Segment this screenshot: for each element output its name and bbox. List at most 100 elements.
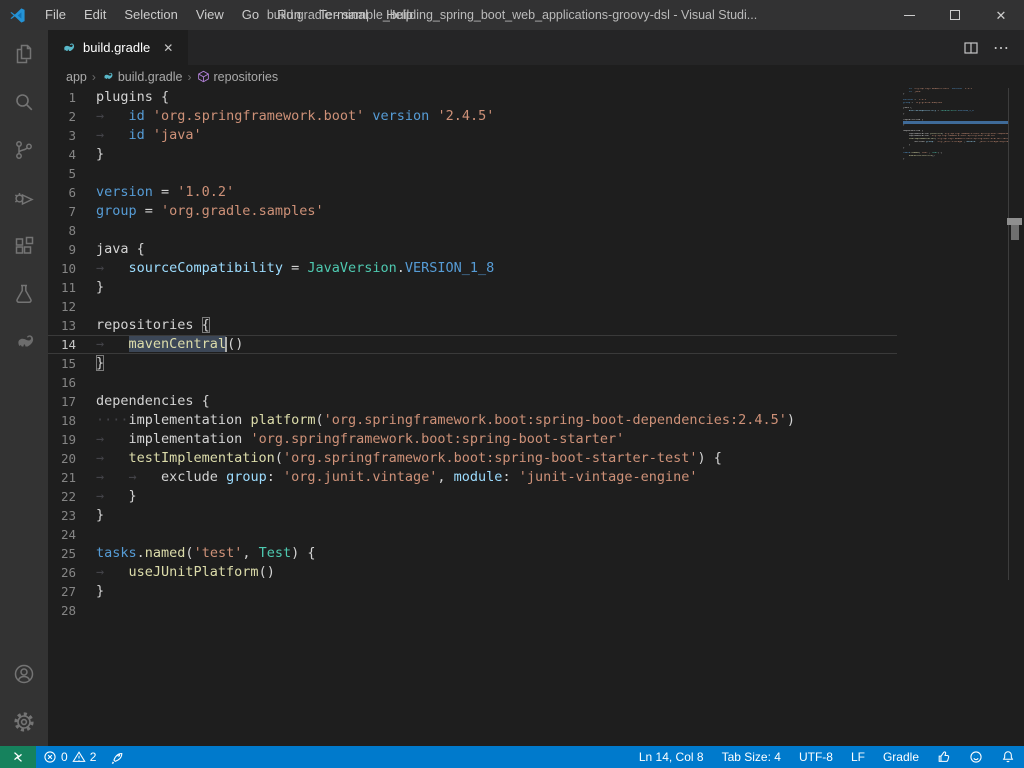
java-ready-indicator[interactable] — [928, 746, 960, 768]
code-line-25[interactable]: 25tasks.named('test', Test) { — [48, 544, 897, 563]
code-line-2[interactable]: 2→ id 'org.springframework.boot' version… — [48, 107, 897, 126]
minimize-button[interactable] — [886, 0, 932, 30]
code-line-4[interactable]: 4} — [48, 145, 897, 164]
maximize-button[interactable] — [932, 0, 978, 30]
tab-build-gradle[interactable]: build.gradle ✕ — [48, 30, 189, 65]
code-line-26[interactable]: 26→ useJUnitPlatform() — [48, 563, 897, 582]
extensions-icon[interactable] — [0, 222, 48, 270]
code-token-str: 'org.springframework.boot:spring-boot-de… — [324, 412, 787, 428]
code-token-fg: dependencies { — [96, 393, 210, 409]
breadcrumb-repositories[interactable]: repositories — [197, 70, 279, 84]
code-token-fg: implementation — [129, 412, 251, 428]
minimap-line: exclude group: 'org.junit.vintage', modu… — [903, 141, 1008, 144]
code-token-fg: ) — [787, 412, 795, 428]
code-line-8[interactable]: 8 — [48, 221, 897, 240]
code-line-23[interactable]: 23} — [48, 506, 897, 525]
code-line-15[interactable]: 15} — [48, 354, 897, 373]
breadcrumb-build-gradle[interactable]: build.gradle — [101, 70, 183, 84]
code-line-21[interactable]: 21→ → exclude group: 'org.junit.vintage'… — [48, 468, 897, 487]
status-bar: 0 2 Ln 14, Col 8 Tab Size: 4 UTF-8 LF Gr… — [0, 746, 1024, 768]
line-number: 23 — [48, 506, 96, 525]
source-control-icon[interactable] — [0, 126, 48, 174]
indentation[interactable]: Tab Size: 4 — [713, 746, 790, 768]
code-token-fg: ( — [275, 450, 283, 466]
overview-ruler-divider — [1008, 88, 1009, 580]
code-line-10[interactable]: 10→ sourceCompatibility = JavaVersion.VE… — [48, 259, 897, 278]
explorer-icon[interactable] — [0, 30, 48, 78]
code-line-16[interactable]: 16 — [48, 373, 897, 392]
notifications[interactable] — [992, 746, 1024, 768]
code-editor[interactable]: 1plugins {2→ id 'org.springframework.boo… — [48, 88, 1024, 746]
code-line-28[interactable]: 28 — [48, 601, 897, 620]
problems-indicator[interactable]: 0 2 — [36, 746, 103, 768]
code-content: dependencies { — [96, 392, 210, 411]
breadcrumb-app[interactable]: app — [66, 70, 87, 84]
close-button[interactable]: ✕ — [978, 0, 1024, 30]
settings-gear-icon[interactable] — [0, 698, 48, 746]
window-title: build.gradle - sample_building_spring_bo… — [267, 8, 757, 22]
tab-close-icon[interactable]: ✕ — [158, 38, 178, 58]
cursor-position[interactable]: Ln 14, Col 8 — [630, 746, 713, 768]
encoding[interactable]: UTF-8 — [790, 746, 842, 768]
code-line-9[interactable]: 9java { — [48, 240, 897, 259]
java-status[interactable] — [103, 746, 131, 768]
menu-edit[interactable]: Edit — [75, 0, 115, 30]
code-line-18[interactable]: 18····implementation platform('org.sprin… — [48, 411, 897, 430]
code-line-27[interactable]: 27} — [48, 582, 897, 601]
minimap[interactable]: plugins { id 'org.springframework.boot' … — [903, 88, 1008, 746]
split-editor-icon[interactable] — [958, 35, 984, 61]
code-line-7[interactable]: 7group = 'org.gradle.samples' — [48, 202, 897, 221]
code-line-5[interactable]: 5 — [48, 164, 897, 183]
code-line-24[interactable]: 24 — [48, 525, 897, 544]
remote-indicator[interactable] — [0, 746, 36, 768]
code-line-19[interactable]: 19→ implementation 'org.springframework.… — [48, 430, 897, 449]
code-line-6[interactable]: 6version = '1.0.2' — [48, 183, 897, 202]
line-number: 16 — [48, 373, 96, 392]
errors-count: 0 — [61, 750, 68, 764]
code-token-fg: , — [437, 469, 453, 485]
search-icon[interactable] — [0, 78, 48, 126]
menu-file[interactable]: File — [36, 0, 75, 30]
testing-icon[interactable] — [0, 270, 48, 318]
code-line-11[interactable]: 11} — [48, 278, 897, 297]
code-line-3[interactable]: 3→ id 'java' — [48, 126, 897, 145]
line-number: 24 — [48, 525, 96, 544]
gradle-icon[interactable] — [0, 318, 48, 366]
code-token-fg: ( — [185, 545, 193, 561]
line-number: 18 — [48, 411, 96, 430]
line-number: 21 — [48, 468, 96, 487]
code-line-22[interactable]: 22→ } — [48, 487, 897, 506]
line-number: 13 — [48, 316, 96, 335]
gradle-file-icon — [101, 70, 114, 83]
menu-view[interactable]: View — [187, 0, 233, 30]
account-icon[interactable] — [0, 650, 48, 698]
menu-go[interactable]: Go — [233, 0, 268, 30]
code-token-str: 'org.springframework.boot:spring-boot-st… — [283, 450, 698, 466]
code-line-20[interactable]: 20→ testImplementation('org.springframew… — [48, 449, 897, 468]
line-number: 5 — [48, 164, 96, 183]
activity-bar — [0, 30, 48, 746]
code-token-fg: implementation — [129, 431, 251, 447]
code-token-fg: exclude — [161, 469, 226, 485]
code-line-1[interactable]: 1plugins { — [48, 88, 897, 107]
code-token-hlfn: mavenCentral — [129, 336, 227, 352]
code-line-12[interactable]: 12 — [48, 297, 897, 316]
code-content: → implementation 'org.springframework.bo… — [96, 430, 624, 449]
code-token-fg: . — [137, 545, 145, 561]
menu-selection[interactable]: Selection — [115, 0, 186, 30]
code-token-kw: group — [96, 203, 137, 219]
more-actions-icon[interactable]: ⋯ — [988, 35, 1014, 61]
run-debug-icon[interactable] — [0, 174, 48, 222]
code-line-13[interactable]: 13repositories { — [48, 316, 897, 335]
eol-sequence[interactable]: LF — [842, 746, 874, 768]
feedback[interactable] — [960, 746, 992, 768]
code-token-fg: } — [129, 488, 137, 504]
code-token-kw: tasks — [96, 545, 137, 561]
minimize-icon — [904, 15, 915, 16]
code-line-17[interactable]: 17dependencies { — [48, 392, 897, 411]
language-mode[interactable]: Gradle — [874, 746, 928, 768]
code-token-str: 'test' — [194, 545, 243, 561]
line-number: 20 — [48, 449, 96, 468]
line-number: 2 — [48, 107, 96, 126]
code-line-14[interactable]: 14→ mavenCentral() — [48, 335, 897, 354]
